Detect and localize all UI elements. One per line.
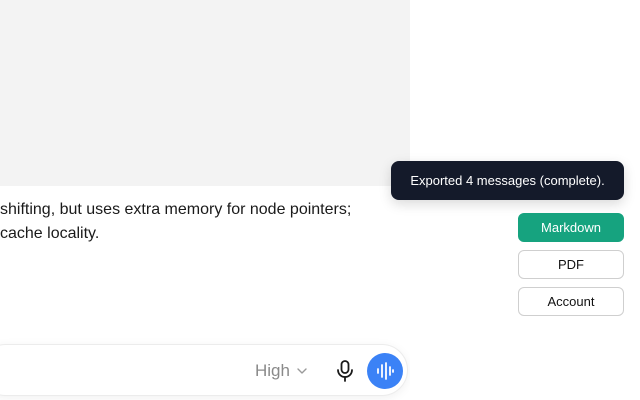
- export-markdown-button[interactable]: Markdown: [518, 213, 624, 242]
- export-pdf-button[interactable]: PDF: [518, 250, 624, 279]
- chevron-down-icon: [297, 368, 307, 374]
- export-toast: Exported 4 messages (complete).: [391, 161, 624, 200]
- account-button[interactable]: Account: [518, 287, 624, 316]
- export-pdf-label: PDF: [558, 257, 584, 272]
- voice-mode-button[interactable]: [367, 353, 403, 389]
- account-label: Account: [547, 294, 595, 309]
- microphone-button[interactable]: [331, 357, 359, 385]
- reasoning-level-label: High: [255, 361, 290, 380]
- composer: High: [0, 344, 408, 396]
- message-line: shifting, but uses extra memory for node…: [0, 201, 352, 218]
- assistant-message: shifting, but uses extra memory for node…: [0, 198, 410, 246]
- message-line: cache locality.: [0, 225, 100, 242]
- reasoning-level-select[interactable]: High: [255, 359, 308, 383]
- message-area-background: [0, 0, 410, 186]
- export-markdown-label: Markdown: [541, 220, 601, 235]
- chat-pane: shifting, but uses extra memory for node…: [0, 0, 410, 400]
- voice-waveform-icon: [377, 362, 394, 380]
- microphone-icon: [337, 360, 353, 382]
- toast-message: Exported 4 messages (complete).: [410, 173, 605, 188]
